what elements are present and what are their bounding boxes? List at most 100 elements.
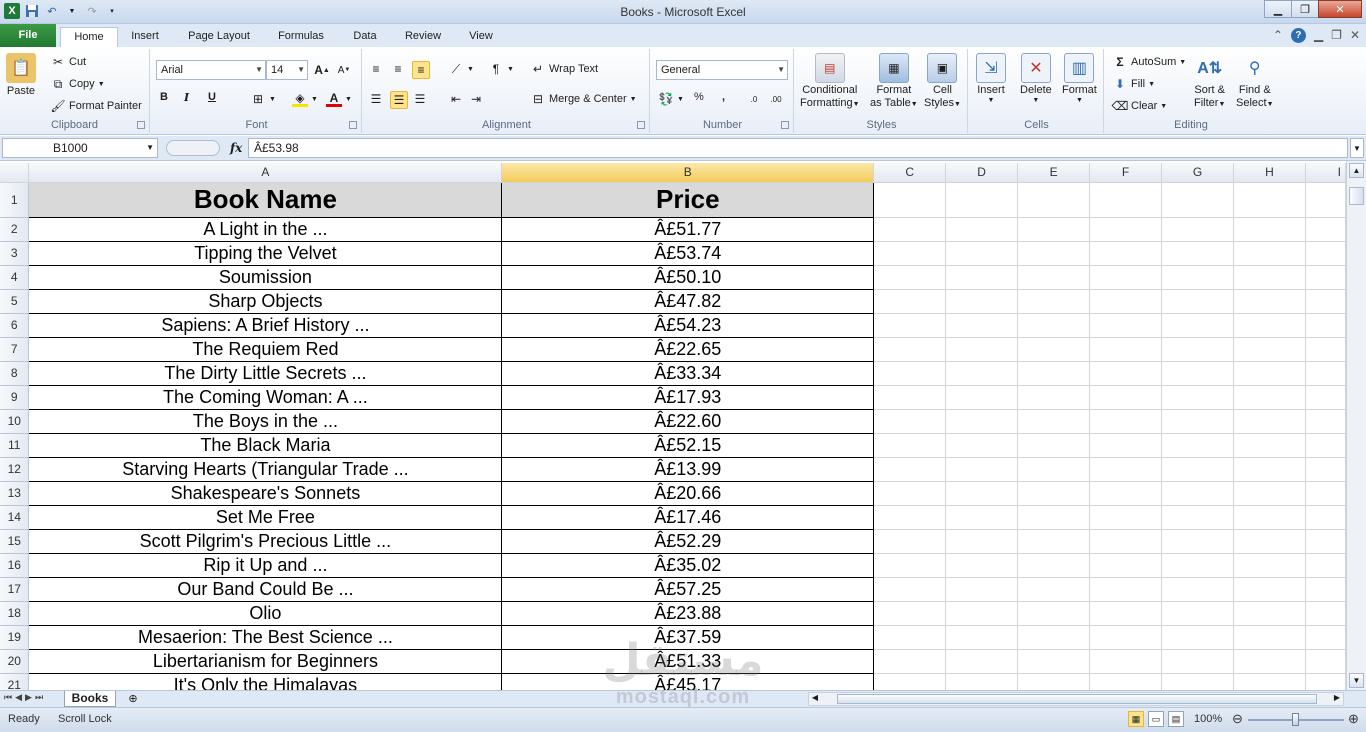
empty-cell[interactable] — [945, 625, 1019, 650]
number-format-box[interactable]: General ▼ — [656, 60, 788, 80]
empty-cell[interactable] — [1161, 289, 1234, 314]
row-header[interactable]: 6 — [0, 313, 30, 338]
empty-cell[interactable] — [1305, 289, 1346, 314]
empty-cell[interactable] — [1161, 553, 1234, 578]
price-cell[interactable]: Â£50.10 — [501, 265, 875, 290]
decrease-decimal-button[interactable]: .00 — [768, 91, 784, 107]
empty-cell[interactable] — [945, 241, 1019, 266]
name-box[interactable]: B1000 ▼ — [2, 138, 158, 158]
minimize-button[interactable]: ▁ — [1264, 0, 1292, 18]
row-header[interactable]: 18 — [0, 601, 30, 626]
insert-cells-button[interactable]: ⇲ Insert ▼ — [976, 53, 1006, 104]
empty-cell[interactable] — [1305, 217, 1346, 242]
help-icon[interactable]: ? — [1290, 28, 1306, 43]
align-middle-button[interactable]: ≡ — [390, 61, 406, 77]
empty-cell[interactable] — [945, 182, 1019, 218]
price-cell[interactable]: Â£23.88 — [501, 601, 875, 626]
empty-cell[interactable] — [1233, 481, 1306, 506]
empty-cell[interactable] — [1017, 337, 1091, 362]
dialog-launcher-icon[interactable] — [349, 121, 357, 129]
prev-sheet-icon[interactable]: ◀ — [15, 692, 22, 703]
column-header-c[interactable]: C — [873, 163, 947, 183]
empty-cell[interactable] — [945, 649, 1019, 674]
empty-cell[interactable] — [873, 217, 947, 242]
empty-cell[interactable] — [1089, 182, 1163, 218]
empty-cell[interactable] — [873, 241, 947, 266]
price-cell[interactable]: Â£22.60 — [501, 409, 875, 434]
empty-cell[interactable] — [945, 481, 1019, 506]
conditional-formatting-button[interactable]: ▤ Conditional Formatting▼ — [800, 53, 860, 111]
empty-cell[interactable] — [873, 577, 947, 602]
empty-cell[interactable] — [945, 553, 1019, 578]
empty-cell[interactable] — [1089, 553, 1163, 578]
empty-cell[interactable] — [1089, 577, 1163, 602]
book-name-cell[interactable]: A Light in the ... — [28, 217, 503, 242]
column-header-b[interactable]: B — [501, 163, 875, 183]
empty-cell[interactable] — [873, 457, 947, 482]
row-header[interactable]: 2 — [0, 217, 30, 242]
header-cell-price[interactable]: Price — [501, 182, 875, 218]
underline-button[interactable]: U — [208, 91, 216, 103]
row-header[interactable]: 12 — [0, 457, 30, 482]
empty-cell[interactable] — [1017, 241, 1091, 266]
empty-cell[interactable] — [873, 289, 947, 314]
align-center-button[interactable]: ☰ — [390, 91, 408, 109]
empty-cell[interactable] — [1017, 361, 1091, 386]
book-name-cell[interactable]: The Coming Woman: A ... — [28, 385, 503, 410]
empty-cell[interactable] — [1161, 313, 1234, 338]
empty-cell[interactable] — [1161, 385, 1234, 410]
price-cell[interactable]: Â£57.25 — [501, 577, 875, 602]
empty-cell[interactable] — [1017, 217, 1091, 242]
empty-cell[interactable] — [873, 649, 947, 674]
fill-color-button[interactable]: ◈ ▼ — [292, 91, 318, 107]
empty-cell[interactable] — [1305, 182, 1346, 218]
book-name-cell[interactable]: Soumission — [28, 265, 503, 290]
empty-cell[interactable] — [945, 313, 1019, 338]
empty-cell[interactable] — [873, 553, 947, 578]
row-header[interactable]: 15 — [0, 529, 30, 554]
font-size-box[interactable]: 14 ▼ — [266, 60, 308, 80]
empty-cell[interactable] — [1017, 673, 1091, 690]
row-header[interactable]: 17 — [0, 577, 30, 602]
empty-cell[interactable] — [1233, 553, 1306, 578]
tab-insert[interactable]: Insert — [122, 27, 168, 47]
empty-cell[interactable] — [1305, 649, 1346, 674]
empty-cell[interactable] — [1017, 265, 1091, 290]
empty-cell[interactable] — [1089, 217, 1163, 242]
restore-button[interactable]: ❐ — [1291, 0, 1319, 18]
page-layout-view-icon[interactable]: ▭ — [1148, 711, 1164, 727]
empty-cell[interactable] — [1089, 337, 1163, 362]
empty-cell[interactable] — [1305, 601, 1346, 626]
page-break-view-icon[interactable]: ▤ — [1168, 711, 1184, 727]
column-header-f[interactable]: F — [1089, 163, 1163, 183]
empty-cell[interactable] — [1305, 481, 1346, 506]
empty-cell[interactable] — [945, 385, 1019, 410]
normal-view-icon[interactable]: ▦ — [1128, 711, 1144, 727]
format-painter-button[interactable]: 🖌 Format Painter — [50, 98, 141, 114]
empty-cell[interactable] — [1233, 313, 1306, 338]
empty-cell[interactable] — [1233, 625, 1306, 650]
empty-cell[interactable] — [1233, 505, 1306, 530]
align-right-button[interactable]: ☰ — [412, 91, 428, 107]
empty-cell[interactable] — [1233, 361, 1306, 386]
shrink-font-button[interactable]: A ▼ — [336, 62, 352, 78]
book-name-cell[interactable]: The Requiem Red — [28, 337, 503, 362]
empty-cell[interactable] — [1233, 457, 1306, 482]
empty-cell[interactable] — [1305, 409, 1346, 434]
price-cell[interactable]: Â£51.77 — [501, 217, 875, 242]
borders-button[interactable]: ⊞ ▼ — [250, 91, 276, 107]
autosum-button[interactable]: Σ AutoSum ▼ — [1112, 54, 1186, 70]
empty-cell[interactable] — [873, 505, 947, 530]
book-name-cell[interactable]: Sharp Objects — [28, 289, 503, 314]
book-name-cell[interactable]: Rip it Up and ... — [28, 553, 503, 578]
workbook-minimize-icon[interactable]: ▁ — [1314, 28, 1323, 43]
row-header[interactable]: 5 — [0, 289, 30, 314]
row-header[interactable]: 3 — [0, 241, 30, 266]
row-header[interactable]: 21 — [0, 673, 30, 690]
empty-cell[interactable] — [945, 505, 1019, 530]
last-sheet-icon[interactable]: ⏭ — [35, 692, 43, 703]
empty-cell[interactable] — [1017, 577, 1091, 602]
tab-data[interactable]: Data — [344, 27, 386, 47]
empty-cell[interactable] — [1233, 529, 1306, 554]
column-header-i[interactable]: I — [1305, 163, 1346, 183]
